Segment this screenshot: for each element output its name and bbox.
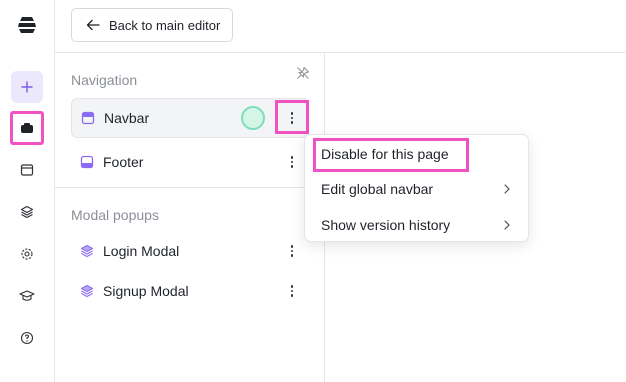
gear-icon	[21, 248, 33, 260]
top-bar: Back to main editor	[55, 0, 626, 53]
logo-icon[interactable]	[15, 13, 39, 37]
login-modal-more-button[interactable]	[287, 243, 297, 259]
components-panel: Navigation Navbar Footer Modal popups Lo…	[55, 53, 325, 382]
navbar-icon	[81, 111, 95, 125]
back-to-main-editor-button[interactable]: Back to main editor	[71, 8, 233, 42]
item-label: Signup Modal	[103, 283, 189, 299]
list-item-navbar[interactable]: Navbar	[71, 98, 309, 138]
layers-icon	[20, 205, 34, 219]
back-button-label: Back to main editor	[109, 17, 221, 33]
help-circle-icon	[20, 331, 34, 345]
settings-button[interactable]	[11, 238, 43, 270]
list-item-login-modal[interactable]: Login Modal	[71, 231, 309, 271]
menu-item-label: Edit global navbar	[321, 181, 434, 197]
left-rail	[0, 0, 55, 382]
menu-item-show-version-history[interactable]: Show version history	[305, 208, 530, 242]
section-divider	[55, 187, 325, 188]
layers-icon	[80, 284, 94, 298]
plus-icon	[21, 81, 33, 93]
component-icon	[21, 123, 33, 133]
list-item-signup-modal[interactable]: Signup Modal	[71, 271, 309, 311]
layers-button[interactable]	[11, 196, 43, 228]
layers-icon	[80, 244, 94, 258]
footer-more-button[interactable]	[287, 154, 297, 170]
menu-item-label: Show version history	[321, 217, 451, 233]
unpin-icon[interactable]	[296, 66, 310, 80]
learn-button[interactable]	[11, 280, 43, 312]
add-button[interactable]	[11, 71, 43, 103]
modal-popups-section-title: Modal popups	[71, 207, 159, 223]
pages-button[interactable]	[11, 154, 43, 186]
graduation-cap-icon	[19, 290, 35, 301]
window-icon	[20, 164, 34, 176]
menu-item-edit-global-navbar[interactable]: Edit global navbar	[305, 172, 530, 206]
chevron-right-icon	[504, 220, 510, 230]
components-button[interactable]	[10, 111, 44, 145]
signup-modal-more-button[interactable]	[287, 283, 297, 299]
item-label: Footer	[103, 154, 144, 170]
footer-icon	[80, 155, 94, 169]
navigation-section-title: Navigation	[71, 72, 138, 88]
item-label: Navbar	[104, 110, 150, 126]
item-label: Login Modal	[103, 243, 180, 259]
arrow-left-icon	[86, 19, 100, 31]
help-button[interactable]	[11, 322, 43, 354]
click-indicator	[241, 106, 265, 130]
highlight-outline	[275, 100, 309, 134]
highlight-outline	[313, 138, 469, 172]
list-item-footer[interactable]: Footer	[71, 142, 309, 182]
chevron-right-icon	[504, 184, 510, 194]
